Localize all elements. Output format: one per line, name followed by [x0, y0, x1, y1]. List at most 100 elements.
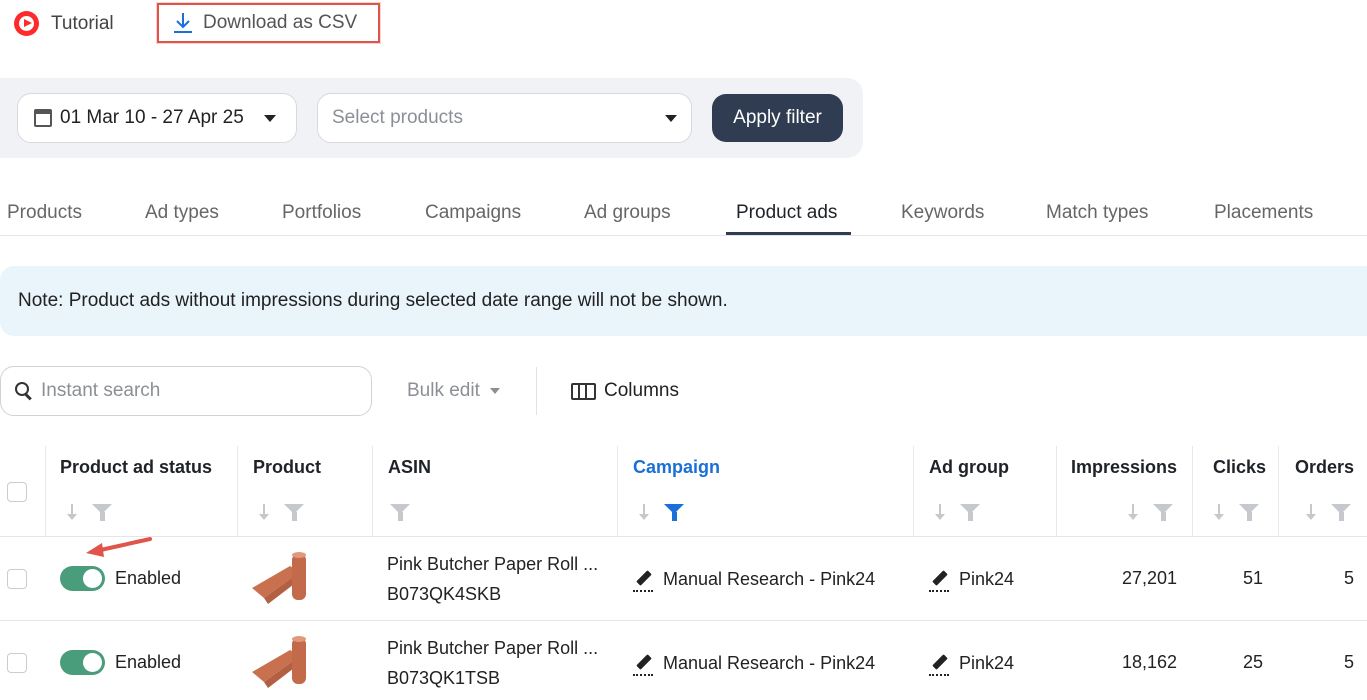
bulk-edit-label: Bulk edit	[407, 380, 480, 401]
sort-icon[interactable]	[934, 504, 946, 522]
status-label: Enabled	[115, 568, 182, 588]
instant-search[interactable]: Instant search	[0, 366, 372, 416]
header-impressions[interactable]: Impressions	[1056, 446, 1192, 537]
search-icon	[15, 382, 33, 400]
filter-bar: 01 Mar 10 - 27 Apr 25 Select products Ap…	[0, 78, 863, 158]
ad-group-cell[interactable]: Pink24	[929, 652, 1015, 676]
bulk-edit-dropdown[interactable]: Bulk edit	[407, 380, 500, 402]
header-select-all	[0, 446, 45, 537]
impressions-value: 27,201	[1121, 568, 1177, 588]
filter-icon[interactable]	[92, 503, 112, 523]
tab-portfolios[interactable]: Portfolios	[282, 202, 361, 224]
sort-icon[interactable]	[1305, 504, 1317, 522]
campaign-cell[interactable]: Manual Research - Pink24	[633, 652, 876, 676]
orders-value: 5	[1343, 652, 1354, 672]
download-label: Download as CSV	[203, 12, 358, 33]
tab-ad-types[interactable]: Ad types	[145, 202, 219, 224]
header-ad-group-label: Ad group	[929, 457, 1009, 477]
calendar-icon	[34, 109, 52, 127]
ad-group-name: Pink24	[959, 569, 1015, 589]
sort-icon[interactable]	[258, 504, 270, 522]
edit-icon[interactable]	[633, 568, 653, 592]
asin-value: B073QK4SKB	[387, 584, 502, 604]
status-toggle[interactable]	[60, 566, 105, 591]
asin-value: B073QK1TSB	[387, 668, 501, 688]
filter-active-icon[interactable]	[664, 503, 684, 523]
impressions-value: 18,162	[1121, 652, 1177, 672]
columns-icon	[571, 382, 596, 400]
header-orders[interactable]: Orders	[1278, 446, 1367, 537]
tab-placements[interactable]: Placements	[1214, 202, 1313, 224]
orders-value: 5	[1343, 568, 1354, 588]
clicks-value: 51	[1242, 568, 1263, 588]
header-clicks-label: Clicks	[1213, 457, 1267, 477]
tab-bar: Products Ad types Portfolios Campaigns A…	[0, 190, 1367, 236]
apply-filter-button[interactable]: Apply filter	[712, 94, 843, 142]
product-title[interactable]: Pink Butcher Paper Roll ...	[387, 554, 598, 575]
play-icon	[14, 11, 39, 36]
row-checkbox[interactable]	[7, 653, 27, 673]
filter-icon[interactable]	[1331, 503, 1351, 523]
table-header: Product ad status Product ASIN Campaign …	[0, 446, 1367, 537]
header-asin[interactable]: ASIN	[372, 446, 617, 537]
header-orders-label: Orders	[1295, 457, 1355, 477]
tab-product-ads[interactable]: Product ads	[736, 202, 837, 224]
tab-ad-groups[interactable]: Ad groups	[584, 202, 671, 224]
chevron-down-icon	[665, 115, 677, 122]
download-csv-button[interactable]: Download as CSV	[157, 3, 380, 43]
header-product[interactable]: Product	[237, 446, 372, 537]
annotation-arrow-icon	[86, 537, 152, 557]
status-label: Enabled	[115, 652, 182, 672]
header-status[interactable]: Product ad status	[45, 446, 237, 537]
filter-icon[interactable]	[1239, 503, 1259, 523]
filter-icon[interactable]	[960, 503, 980, 523]
tab-keywords[interactable]: Keywords	[901, 202, 984, 224]
tutorial-link[interactable]: Tutorial	[14, 11, 114, 36]
campaign-cell[interactable]: Manual Research - Pink24	[633, 568, 876, 592]
header-product-label: Product	[253, 457, 322, 477]
ad-group-name: Pink24	[959, 653, 1015, 673]
edit-icon[interactable]	[929, 652, 949, 676]
filter-icon[interactable]	[390, 503, 410, 523]
table-row: Enabled Pink Butcher Paper Roll ... B073…	[0, 537, 1367, 621]
date-range-picker[interactable]: 01 Mar 10 - 27 Apr 25	[17, 93, 297, 143]
active-tab-indicator	[726, 232, 851, 235]
download-icon	[174, 13, 192, 33]
campaign-name: Manual Research - Pink24	[663, 569, 876, 589]
header-campaign[interactable]: Campaign	[617, 446, 913, 537]
table-row: Enabled Pink Butcher Paper Roll ... B073…	[0, 621, 1367, 700]
header-impressions-label: Impressions	[1071, 457, 1178, 477]
ad-group-cell[interactable]: Pink24	[929, 568, 1015, 592]
product-thumbnail	[252, 552, 306, 604]
tutorial-label: Tutorial	[51, 12, 114, 34]
edit-icon[interactable]	[929, 568, 949, 592]
filter-icon[interactable]	[284, 503, 304, 523]
select-all-checkbox[interactable]	[7, 482, 27, 502]
chevron-down-icon	[489, 388, 500, 394]
header-campaign-label: Campaign	[633, 457, 721, 477]
header-clicks[interactable]: Clicks	[1192, 446, 1278, 537]
search-placeholder: Instant search	[41, 380, 161, 401]
product-title[interactable]: Pink Butcher Paper Roll ...	[387, 638, 598, 659]
edit-icon[interactable]	[633, 652, 653, 676]
row-checkbox[interactable]	[7, 569, 27, 589]
header-ad-group[interactable]: Ad group	[913, 446, 1056, 537]
campaign-name: Manual Research - Pink24	[663, 653, 876, 673]
toolbar-divider	[536, 367, 537, 415]
sort-icon[interactable]	[1213, 504, 1225, 522]
filter-icon[interactable]	[1153, 503, 1173, 523]
tab-match-types[interactable]: Match types	[1046, 202, 1148, 224]
header-status-label: Product ad status	[60, 457, 213, 477]
info-note: Note: Product ads without impressions du…	[0, 266, 1367, 336]
product-thumbnail	[252, 636, 306, 688]
status-toggle[interactable]	[60, 650, 105, 675]
date-range-value: 01 Mar 10 - 27 Apr 25	[60, 107, 244, 128]
product-select[interactable]: Select products	[317, 93, 692, 143]
sort-icon[interactable]	[638, 504, 650, 522]
tab-campaigns[interactable]: Campaigns	[425, 202, 521, 224]
columns-label: Columns	[604, 380, 679, 401]
columns-button[interactable]: Columns	[571, 380, 679, 402]
sort-icon[interactable]	[1127, 504, 1139, 522]
tab-products[interactable]: Products	[7, 202, 82, 224]
sort-icon[interactable]	[66, 504, 78, 522]
